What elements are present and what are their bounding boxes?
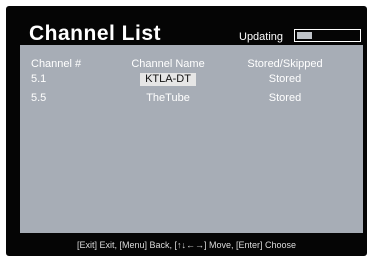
channel-table: Channel # Channel Name Stored/Skipped 5.… (20, 45, 363, 233)
table-header-row: Channel # Channel Name Stored/Skipped (20, 58, 363, 71)
key-hint-text: [Exit] Exit, [Menu] Back, [↑↓←→] Move, [… (76, 240, 297, 250)
column-header-channel-number: Channel # (31, 58, 82, 70)
key-hint-bar: [Exit] Exit, [Menu] Back, [↑↓←→] Move, [… (6, 237, 367, 253)
channel-number: 5.5 (31, 92, 47, 104)
progress-fill (297, 32, 312, 39)
channel-name-selected[interactable]: KTLA-DT (140, 73, 196, 86)
channel-name[interactable]: TheTube (118, 92, 218, 104)
table-row[interactable]: 5.5 TheTube Stored (20, 92, 363, 105)
channel-number: 5.1 (31, 73, 47, 85)
channel-state[interactable]: Stored (235, 92, 335, 104)
table-row[interactable]: 5.1 KTLA-DT Stored (20, 73, 363, 86)
channel-name-cell[interactable]: KTLA-DT (118, 73, 218, 86)
column-header-channel-name: Channel Name (131, 58, 205, 70)
update-progress-bar (294, 29, 361, 42)
status-label: Updating (239, 31, 284, 43)
page-title: Channel List (29, 22, 162, 45)
column-header-stored-skipped: Stored/Skipped (247, 58, 323, 70)
channel-state[interactable]: Stored (235, 73, 335, 85)
